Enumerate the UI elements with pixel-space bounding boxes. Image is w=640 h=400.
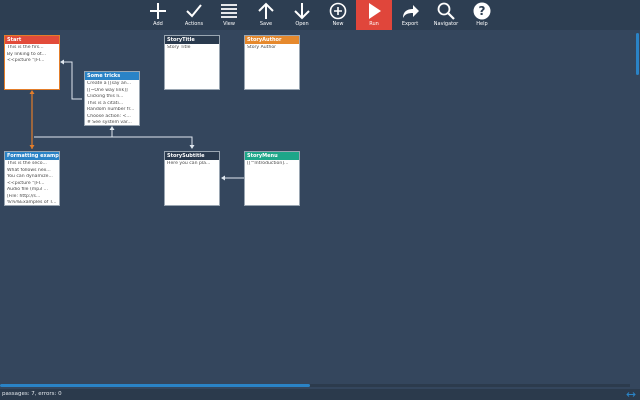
passage-formatting-examples[interactable]: Formatting examp... This is the seco... …: [4, 151, 60, 206]
horizontal-scrollbar-thumb[interactable]: [0, 384, 310, 387]
passage-some-tricks[interactable]: Some tricks Create a [[say an... [[~One …: [84, 71, 140, 126]
passage-links: [29, 59, 244, 181]
passage-line: You can dynamize...: [7, 174, 53, 179]
passage-line: <<picture "[FI...: [7, 58, 45, 63]
status-text: passages: 7, errors: 0: [2, 391, 62, 397]
link-bus: [34, 126, 195, 149]
passage-story-menu[interactable]: StoryMenu [[^Introduction]...: [244, 151, 300, 206]
passage-title: Start: [5, 36, 59, 44]
passage-line: [[^Introduction]...: [247, 161, 289, 166]
passage-line: Story Author: [247, 45, 277, 50]
passage-line: %%%Examples of T...: [7, 200, 57, 205]
passage-title: Some tricks: [85, 72, 139, 80]
passage-story-subtitle[interactable]: StorySubtitle Here you can pla...: [164, 151, 220, 206]
passage-title: StorySubtitle: [165, 152, 219, 160]
vertical-scrollbar[interactable]: [636, 33, 639, 75]
passage-title: StoryMenu: [245, 152, 299, 160]
passage-start[interactable]: Start This is the firs... By linking to …: [4, 35, 60, 90]
link-tricks-to-start: [60, 59, 82, 100]
passage-line: # See system var...: [87, 120, 132, 125]
zoom-fit-icon[interactable]: [626, 391, 636, 398]
passage-line: Story Title: [167, 45, 191, 50]
passage-story-author[interactable]: StoryAuthor Story Author: [244, 35, 300, 90]
passage-line: Here you can pla...: [167, 161, 211, 166]
passage-line: Random number fr...: [87, 107, 135, 112]
passage-story-title[interactable]: StoryTitle Story Title: [164, 35, 220, 90]
passage-title: Formatting examp...: [5, 152, 59, 160]
link-start-to-formatting: [29, 90, 35, 149]
link-menu-to-subtitle: [221, 175, 244, 181]
status-bar: passages: 7, errors: 0: [0, 389, 640, 400]
passage-line: Create a [[say an...: [87, 81, 132, 86]
passage-title: StoryAuthor: [245, 36, 299, 44]
passage-title: StoryTitle: [165, 36, 219, 44]
